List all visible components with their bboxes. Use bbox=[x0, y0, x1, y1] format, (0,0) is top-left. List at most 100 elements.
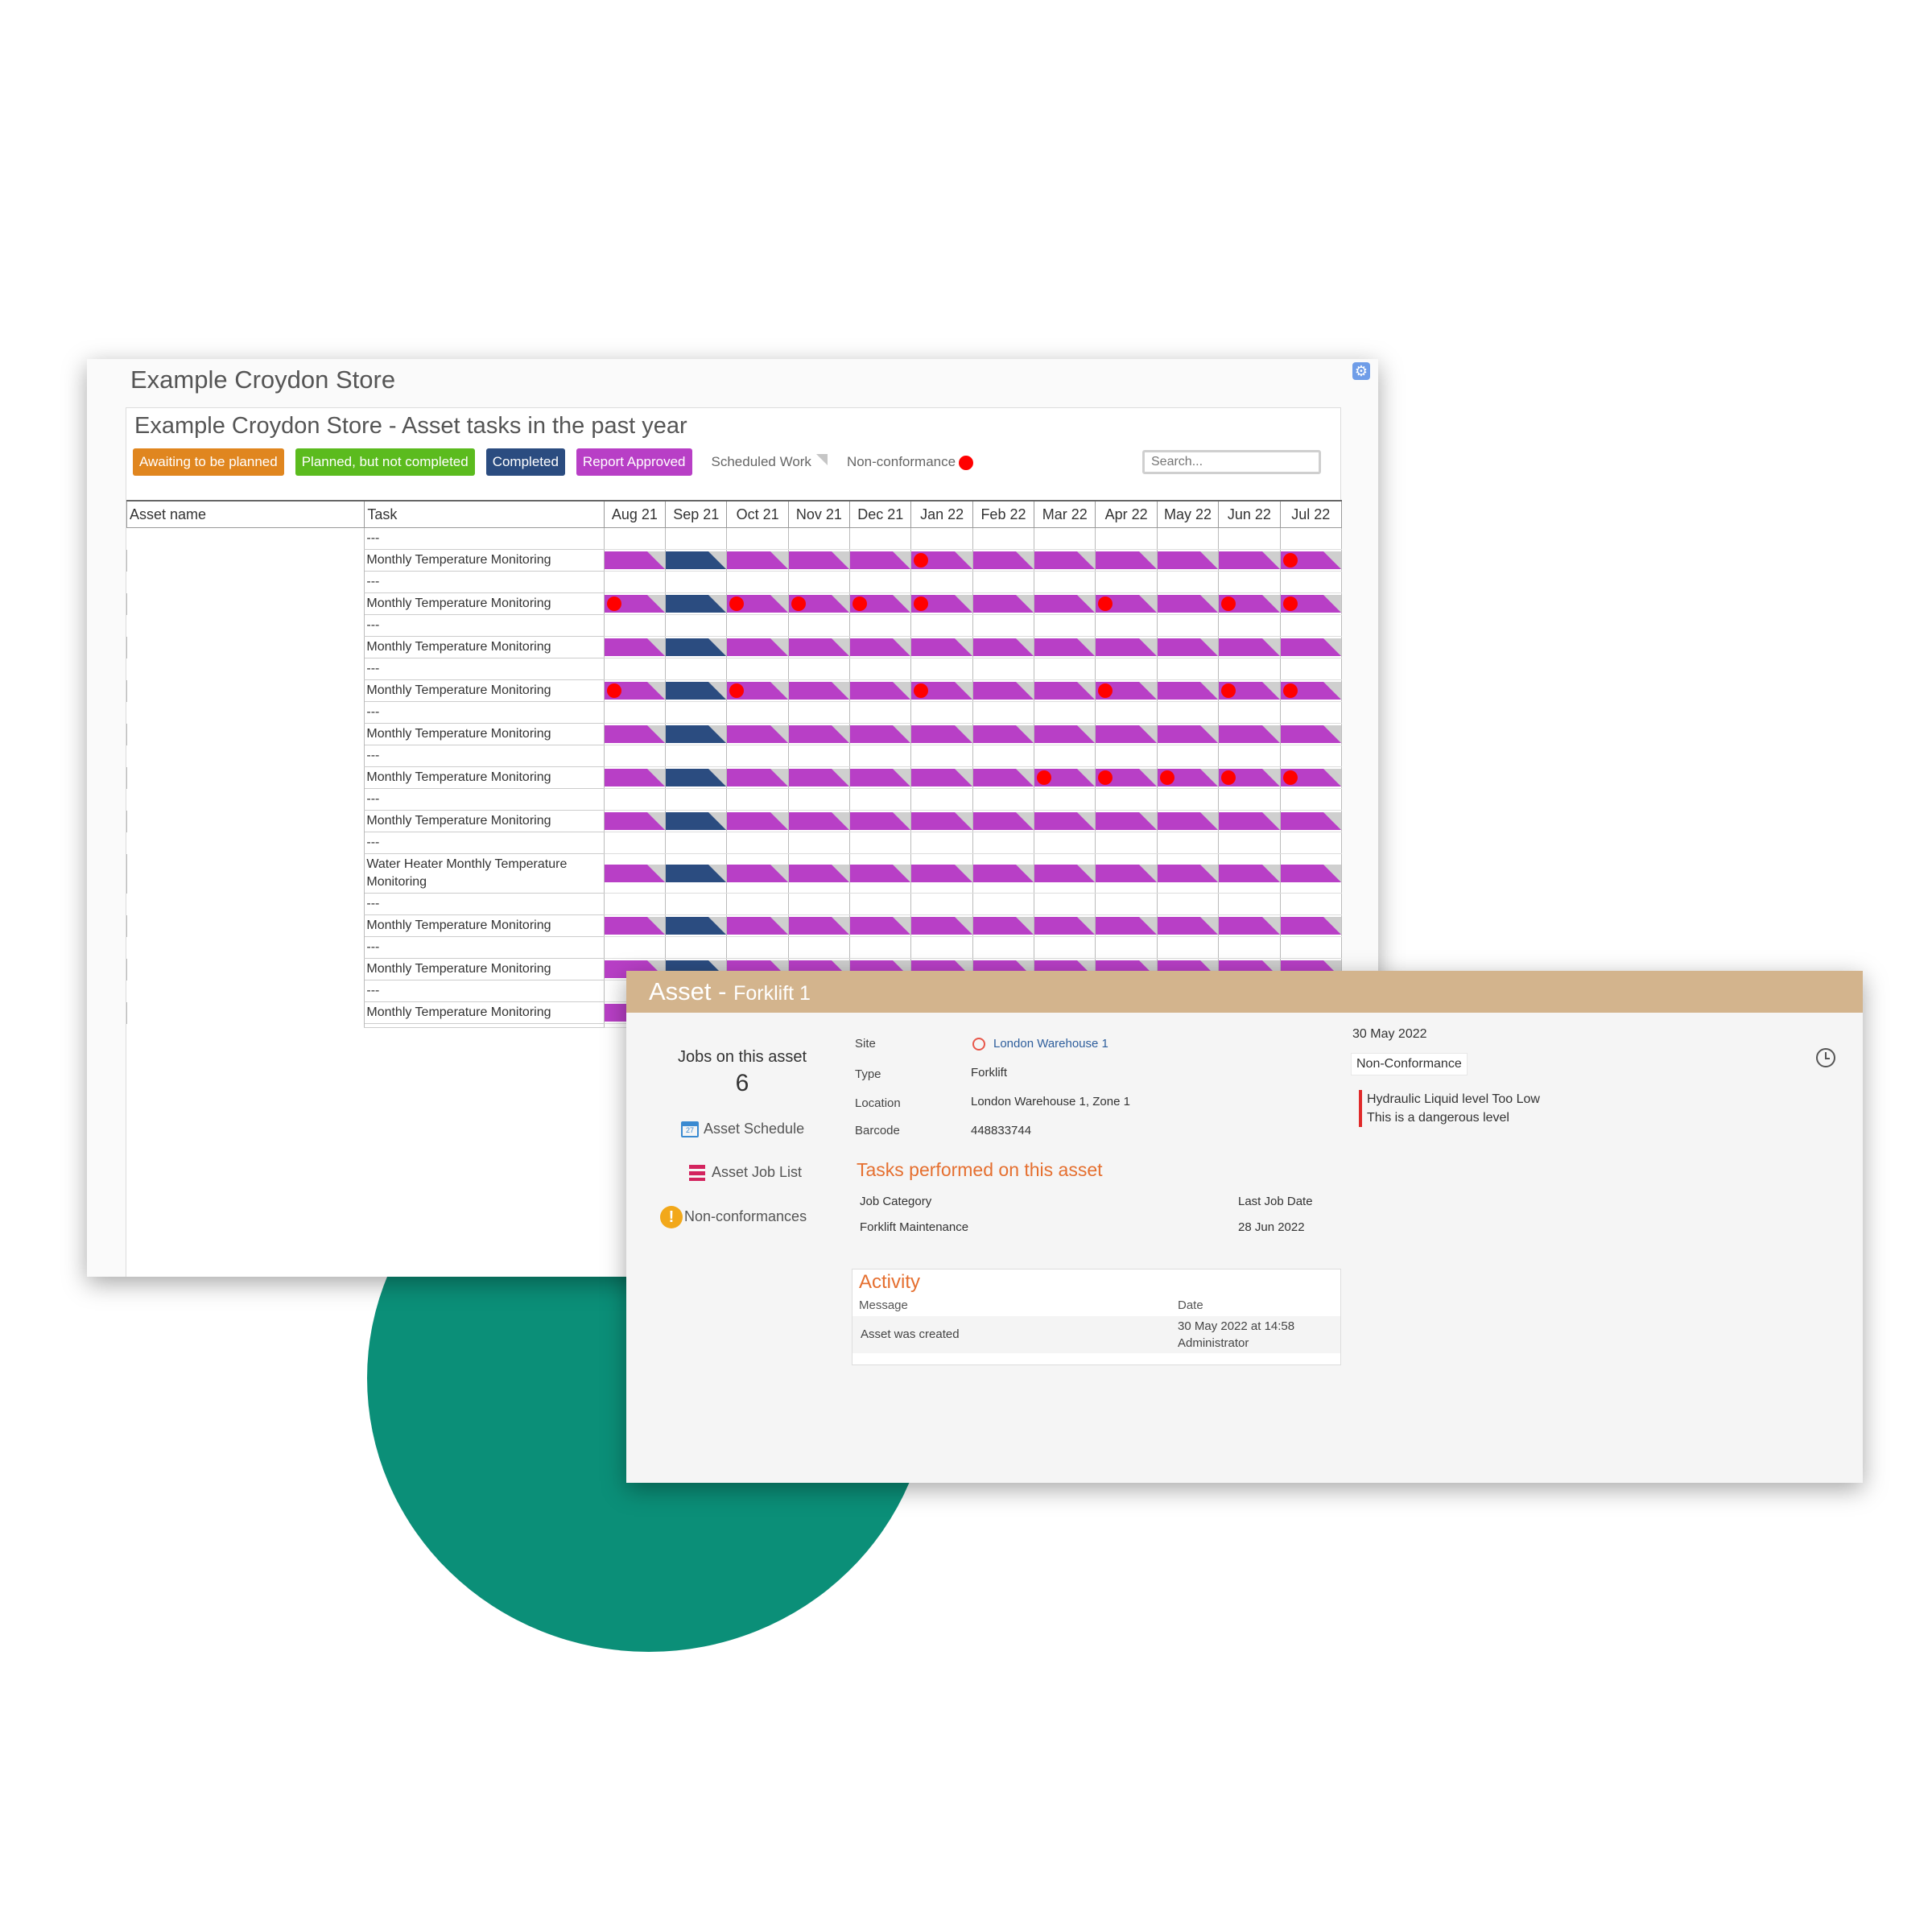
nonconformance-badge[interactable]: Non-Conformance bbox=[1351, 1053, 1468, 1075]
schedule-cell[interactable] bbox=[972, 701, 1035, 724]
report-approved-bar[interactable] bbox=[1280, 812, 1341, 830]
schedule-cell[interactable] bbox=[1156, 527, 1220, 550]
schedule-cell[interactable] bbox=[1218, 658, 1281, 680]
task-status-cell[interactable] bbox=[1218, 636, 1281, 658]
report-approved-bar[interactable] bbox=[788, 638, 850, 656]
report-approved-bar[interactable] bbox=[1219, 551, 1280, 569]
schedule-cell[interactable] bbox=[849, 571, 912, 593]
report-approved-bar[interactable] bbox=[972, 551, 1034, 569]
schedule-cell[interactable] bbox=[1034, 527, 1096, 550]
task-status-cell[interactable] bbox=[1156, 592, 1220, 615]
nonconformance-dot-icon[interactable] bbox=[1221, 597, 1236, 611]
task-status-cell[interactable] bbox=[1095, 810, 1158, 832]
report-approved-bar[interactable] bbox=[1219, 812, 1280, 830]
task-status-cell[interactable] bbox=[972, 853, 1035, 894]
task-status-cell[interactable] bbox=[910, 853, 973, 894]
task-status-cell[interactable] bbox=[910, 810, 973, 832]
report-approved-bar[interactable] bbox=[1219, 595, 1280, 613]
nonconformance-dot-icon[interactable] bbox=[1098, 683, 1113, 698]
task-status-cell[interactable] bbox=[787, 914, 851, 937]
schedule-cell[interactable] bbox=[1034, 745, 1096, 767]
report-approved-bar[interactable] bbox=[1096, 682, 1157, 700]
report-approved-bar[interactable] bbox=[972, 725, 1034, 743]
task-status-cell[interactable] bbox=[910, 723, 973, 745]
task-status-cell[interactable] bbox=[849, 723, 912, 745]
schedule-cell[interactable] bbox=[787, 936, 851, 959]
schedule-cell[interactable] bbox=[726, 893, 789, 915]
report-approved-bar[interactable] bbox=[727, 917, 788, 935]
task-status-cell[interactable] bbox=[1279, 810, 1343, 832]
task-status-cell[interactable] bbox=[910, 914, 973, 937]
report-approved-bar[interactable] bbox=[604, 865, 666, 882]
report-approved-bar[interactable] bbox=[911, 812, 972, 830]
schedule-cell[interactable] bbox=[972, 658, 1035, 680]
task-status-cell[interactable] bbox=[1279, 723, 1343, 745]
task-status-cell[interactable] bbox=[849, 679, 912, 702]
schedule-cell[interactable] bbox=[1034, 893, 1096, 915]
task-status-cell[interactable] bbox=[665, 723, 728, 745]
task-status-cell[interactable] bbox=[603, 810, 667, 832]
schedule-cell[interactable] bbox=[726, 701, 789, 724]
schedule-cell[interactable] bbox=[1156, 571, 1220, 593]
report-approved-bar[interactable] bbox=[972, 638, 1034, 656]
task-status-cell[interactable] bbox=[665, 914, 728, 937]
task-status-cell[interactable] bbox=[1034, 592, 1096, 615]
task-status-cell[interactable] bbox=[787, 592, 851, 615]
nonconformance-dot-icon[interactable] bbox=[1282, 770, 1298, 785]
task-status-cell[interactable] bbox=[665, 592, 728, 615]
task-status-cell[interactable] bbox=[603, 766, 667, 789]
schedule-cell[interactable] bbox=[1034, 614, 1096, 637]
schedule-cell[interactable] bbox=[849, 745, 912, 767]
schedule-cell[interactable] bbox=[665, 701, 728, 724]
schedule-cell[interactable] bbox=[726, 832, 789, 854]
report-approved-bar[interactable] bbox=[727, 769, 788, 786]
schedule-cell[interactable] bbox=[1218, 701, 1281, 724]
task-status-cell[interactable] bbox=[849, 636, 912, 658]
schedule-cell[interactable] bbox=[910, 893, 973, 915]
report-approved-bar[interactable] bbox=[604, 638, 666, 656]
report-approved-bar[interactable] bbox=[1034, 865, 1096, 882]
schedule-cell[interactable] bbox=[1034, 571, 1096, 593]
report-approved-bar[interactable] bbox=[1280, 769, 1341, 786]
task-status-cell[interactable] bbox=[849, 549, 912, 572]
task-status-cell[interactable] bbox=[603, 549, 667, 572]
schedule-cell[interactable] bbox=[1095, 832, 1158, 854]
task-status-cell[interactable] bbox=[849, 853, 912, 894]
schedule-cell[interactable] bbox=[787, 658, 851, 680]
task-name-cell[interactable]: Monthly Temperature Monitoring bbox=[364, 679, 605, 702]
report-approved-bar[interactable] bbox=[850, 682, 911, 700]
completed-bar[interactable] bbox=[666, 638, 727, 656]
report-approved-bar[interactable] bbox=[911, 917, 972, 935]
task-status-cell[interactable] bbox=[603, 853, 667, 894]
completed-bar[interactable] bbox=[666, 769, 727, 786]
task-status-cell[interactable] bbox=[787, 723, 851, 745]
task-status-cell[interactable] bbox=[1279, 914, 1343, 937]
schedule-cell[interactable] bbox=[1279, 701, 1343, 724]
report-approved-bar[interactable] bbox=[911, 551, 972, 569]
task-status-cell[interactable] bbox=[1095, 636, 1158, 658]
task-status-cell[interactable] bbox=[787, 636, 851, 658]
report-approved-bar[interactable] bbox=[788, 682, 850, 700]
task-status-cell[interactable] bbox=[787, 810, 851, 832]
report-approved-bar[interactable] bbox=[972, 595, 1034, 613]
task-status-cell[interactable] bbox=[1156, 810, 1220, 832]
history-clock-icon[interactable] bbox=[1816, 1048, 1835, 1067]
schedule-cell[interactable] bbox=[1279, 614, 1343, 637]
report-approved-bar[interactable] bbox=[727, 551, 788, 569]
report-approved-bar[interactable] bbox=[972, 917, 1034, 935]
schedule-cell[interactable] bbox=[972, 527, 1035, 550]
asset-schedule-link[interactable]: 27 Asset Schedule bbox=[681, 1121, 804, 1138]
task-status-cell[interactable] bbox=[1034, 636, 1096, 658]
nonconformance-dot-icon[interactable] bbox=[914, 553, 929, 568]
report-approved-bar[interactable] bbox=[727, 638, 788, 656]
report-approved-bar[interactable] bbox=[604, 682, 666, 700]
site-link[interactable]: London Warehouse 1 bbox=[993, 1037, 1108, 1051]
report-approved-bar[interactable] bbox=[1034, 638, 1096, 656]
task-status-cell[interactable] bbox=[726, 592, 789, 615]
task-status-cell[interactable] bbox=[1034, 723, 1096, 745]
nonconformance-dot-icon[interactable] bbox=[852, 597, 868, 611]
task-status-cell[interactable] bbox=[1156, 766, 1220, 789]
task-status-cell[interactable] bbox=[1156, 723, 1220, 745]
task-name-cell[interactable]: Monthly Temperature Monitoring bbox=[364, 958, 605, 980]
schedule-cell[interactable] bbox=[1279, 658, 1343, 680]
